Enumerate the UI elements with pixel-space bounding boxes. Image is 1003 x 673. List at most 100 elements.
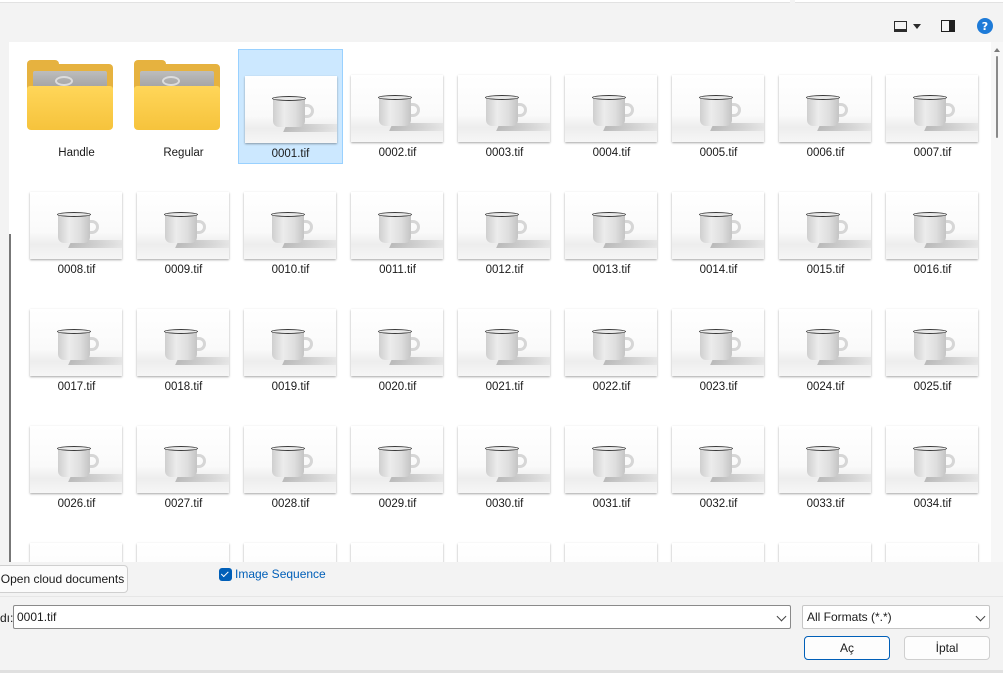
- file-name-label: 0007.tif: [913, 147, 952, 159]
- file-item[interactable]: [131, 517, 236, 562]
- file-item[interactable]: 0021.tif: [452, 283, 557, 398]
- file-type-value: All Formats (*.*): [807, 610, 892, 624]
- change-view-button[interactable]: [889, 16, 925, 36]
- file-name-label: 0006.tif: [806, 147, 845, 159]
- nav-pane-edge: [9, 234, 11, 562]
- file-item[interactable]: [666, 517, 771, 562]
- file-item[interactable]: 0024.tif: [773, 283, 878, 398]
- file-item[interactable]: 0023.tif: [666, 283, 771, 398]
- file-item[interactable]: [880, 517, 985, 562]
- image-thumbnail: [351, 543, 443, 562]
- file-item[interactable]: 0033.tif: [773, 400, 878, 515]
- image-thumbnail: [244, 543, 336, 562]
- file-item[interactable]: 0027.tif: [131, 400, 236, 515]
- file-item[interactable]: 0030.tif: [452, 400, 557, 515]
- file-item[interactable]: 0018.tif: [131, 283, 236, 398]
- file-item[interactable]: 0009.tif: [131, 166, 236, 281]
- folder-item[interactable]: Handle: [24, 49, 129, 164]
- file-name-label: 0032.tif: [699, 498, 738, 510]
- file-item[interactable]: 0019.tif: [238, 283, 343, 398]
- caret-down-icon: [912, 23, 921, 29]
- file-name-label: 0028.tif: [271, 498, 310, 510]
- file-item[interactable]: 0012.tif: [452, 166, 557, 281]
- image-thumbnail: [30, 543, 122, 562]
- file-item[interactable]: 0025.tif: [880, 283, 985, 398]
- file-name-label: 0030.tif: [485, 498, 524, 510]
- file-name-label: 0024.tif: [806, 381, 845, 393]
- file-type-select[interactable]: All Formats (*.*): [802, 605, 990, 629]
- file-item[interactable]: [559, 517, 664, 562]
- file-item[interactable]: 0032.tif: [666, 400, 771, 515]
- image-thumbnail: [672, 426, 764, 493]
- image-sequence-option[interactable]: Image Sequence: [219, 567, 326, 581]
- chevron-down-icon[interactable]: [776, 611, 787, 622]
- file-item[interactable]: 0007.tif: [880, 49, 985, 164]
- help-button[interactable]: ?: [975, 16, 995, 36]
- image-thumbnail: [672, 75, 764, 142]
- file-item[interactable]: [238, 517, 343, 562]
- filename-input[interactable]: 0001.tif: [13, 605, 791, 629]
- image-sequence-label[interactable]: Image Sequence: [235, 567, 326, 581]
- image-thumbnail: [137, 192, 229, 259]
- file-item[interactable]: 0016.tif: [880, 166, 985, 281]
- file-name-label: 0026.tif: [57, 498, 96, 510]
- file-item[interactable]: 0031.tif: [559, 400, 664, 515]
- top-edge-divider: [0, 0, 790, 3]
- file-item[interactable]: 0014.tif: [666, 166, 771, 281]
- cancel-button[interactable]: İptal: [904, 636, 990, 660]
- image-thumbnail: [779, 75, 871, 142]
- file-item[interactable]: [24, 517, 129, 562]
- image-thumbnail: [779, 309, 871, 376]
- file-item[interactable]: 0003.tif: [452, 49, 557, 164]
- file-name-label: 0016.tif: [913, 264, 952, 276]
- scrollbar-thumb[interactable]: [996, 56, 998, 138]
- file-item[interactable]: [773, 517, 878, 562]
- file-item[interactable]: 0004.tif: [559, 49, 664, 164]
- open-cloud-documents-button[interactable]: Open cloud documents: [0, 565, 128, 593]
- file-item[interactable]: 0026.tif: [24, 400, 129, 515]
- image-thumbnail: [886, 192, 978, 259]
- file-item[interactable]: [452, 517, 557, 562]
- file-name-label: 0003.tif: [485, 147, 524, 159]
- file-item[interactable]: 0002.tif: [345, 49, 450, 164]
- file-item[interactable]: 0020.tif: [345, 283, 450, 398]
- file-item[interactable]: 0029.tif: [345, 400, 450, 515]
- image-thumbnail: [351, 75, 443, 142]
- file-item[interactable]: 0022.tif: [559, 283, 664, 398]
- file-list-view[interactable]: Handle Regular 0001.tif 0002.tif 0003.tif 000…: [9, 42, 1003, 562]
- file-item[interactable]: 0006.tif: [773, 49, 878, 164]
- image-thumbnail: [458, 309, 550, 376]
- file-item[interactable]: 0013.tif: [559, 166, 664, 281]
- footer-divider: [0, 596, 1003, 597]
- file-item[interactable]: 0005.tif: [666, 49, 771, 164]
- file-item[interactable]: [345, 517, 450, 562]
- preview-pane-button[interactable]: [937, 16, 959, 36]
- file-name-label: 0031.tif: [592, 498, 631, 510]
- open-button[interactable]: Aç: [804, 636, 890, 660]
- scroll-up-icon[interactable]: [994, 48, 1000, 52]
- file-item[interactable]: 0008.tif: [24, 166, 129, 281]
- file-item[interactable]: 0010.tif: [238, 166, 343, 281]
- top-edge-divider-right: [795, 0, 1003, 3]
- image-thumbnail: [245, 76, 337, 143]
- file-name-label: Regular: [163, 147, 204, 159]
- file-name-label: 0009.tif: [164, 264, 203, 276]
- file-name-label: 0023.tif: [699, 381, 738, 393]
- file-item[interactable]: 0015.tif: [773, 166, 878, 281]
- vertical-scrollbar[interactable]: [991, 42, 1003, 562]
- filename-label: dı:: [0, 611, 14, 625]
- file-name-label: 0001.tif: [271, 148, 310, 160]
- file-name-label: 0012.tif: [485, 264, 524, 276]
- folder-item[interactable]: Regular: [131, 49, 236, 164]
- file-name-label: 0005.tif: [699, 147, 738, 159]
- image-sequence-checkbox[interactable]: [219, 567, 232, 581]
- image-thumbnail: [886, 426, 978, 493]
- file-item[interactable]: 0001.tif: [238, 49, 343, 164]
- file-item[interactable]: 0034.tif: [880, 400, 985, 515]
- image-thumbnail: [458, 192, 550, 259]
- file-name-label: 0014.tif: [699, 264, 738, 276]
- file-item[interactable]: 0028.tif: [238, 400, 343, 515]
- file-item[interactable]: 0017.tif: [24, 283, 129, 398]
- file-item[interactable]: 0011.tif: [345, 166, 450, 281]
- monitor-icon: [893, 20, 907, 32]
